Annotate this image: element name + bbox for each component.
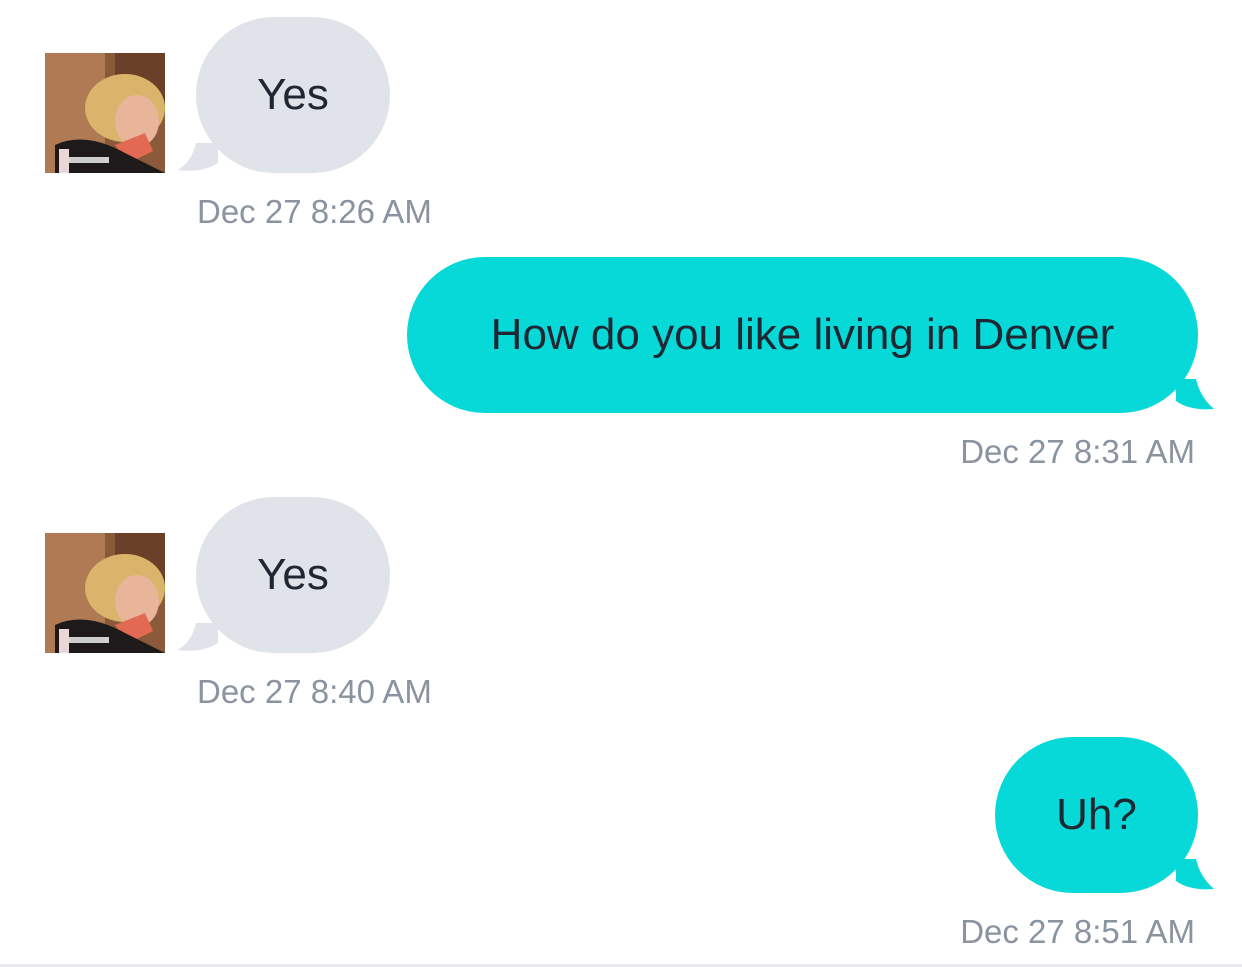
message-bubble[interactable]: Uh? [995,737,1198,893]
message-bubble[interactable]: How do you like living in Denver [407,257,1198,413]
contact-avatar[interactable] [45,53,165,173]
message-timestamp: Dec 27 8:26 AM [197,193,432,230]
message-timestamp: Dec 27 8:40 AM [197,673,432,710]
bubble-tail-icon [178,623,218,651]
message-timestamp: Dec 27 8:31 AM [960,433,1195,470]
message-text: Uh? [1056,790,1137,839]
contact-avatar[interactable] [45,533,165,653]
message-thread: Yes Dec 27 8:26 AM How do you like livin… [0,0,1242,967]
bubble-tail-icon [1176,379,1214,410]
message-text: Yes [257,70,329,119]
contact-photo-icon [45,53,165,173]
message-text: How do you like living in Denver [490,310,1115,359]
message-text: Yes [257,550,329,599]
bubble-tail-icon [1176,859,1214,890]
message-bubble[interactable]: Yes [196,497,390,653]
message-bubble[interactable]: Yes [196,17,390,173]
bubble-tail-icon [178,143,218,171]
contact-photo-icon [45,533,165,653]
message-timestamp: Dec 27 8:51 AM [960,913,1195,950]
